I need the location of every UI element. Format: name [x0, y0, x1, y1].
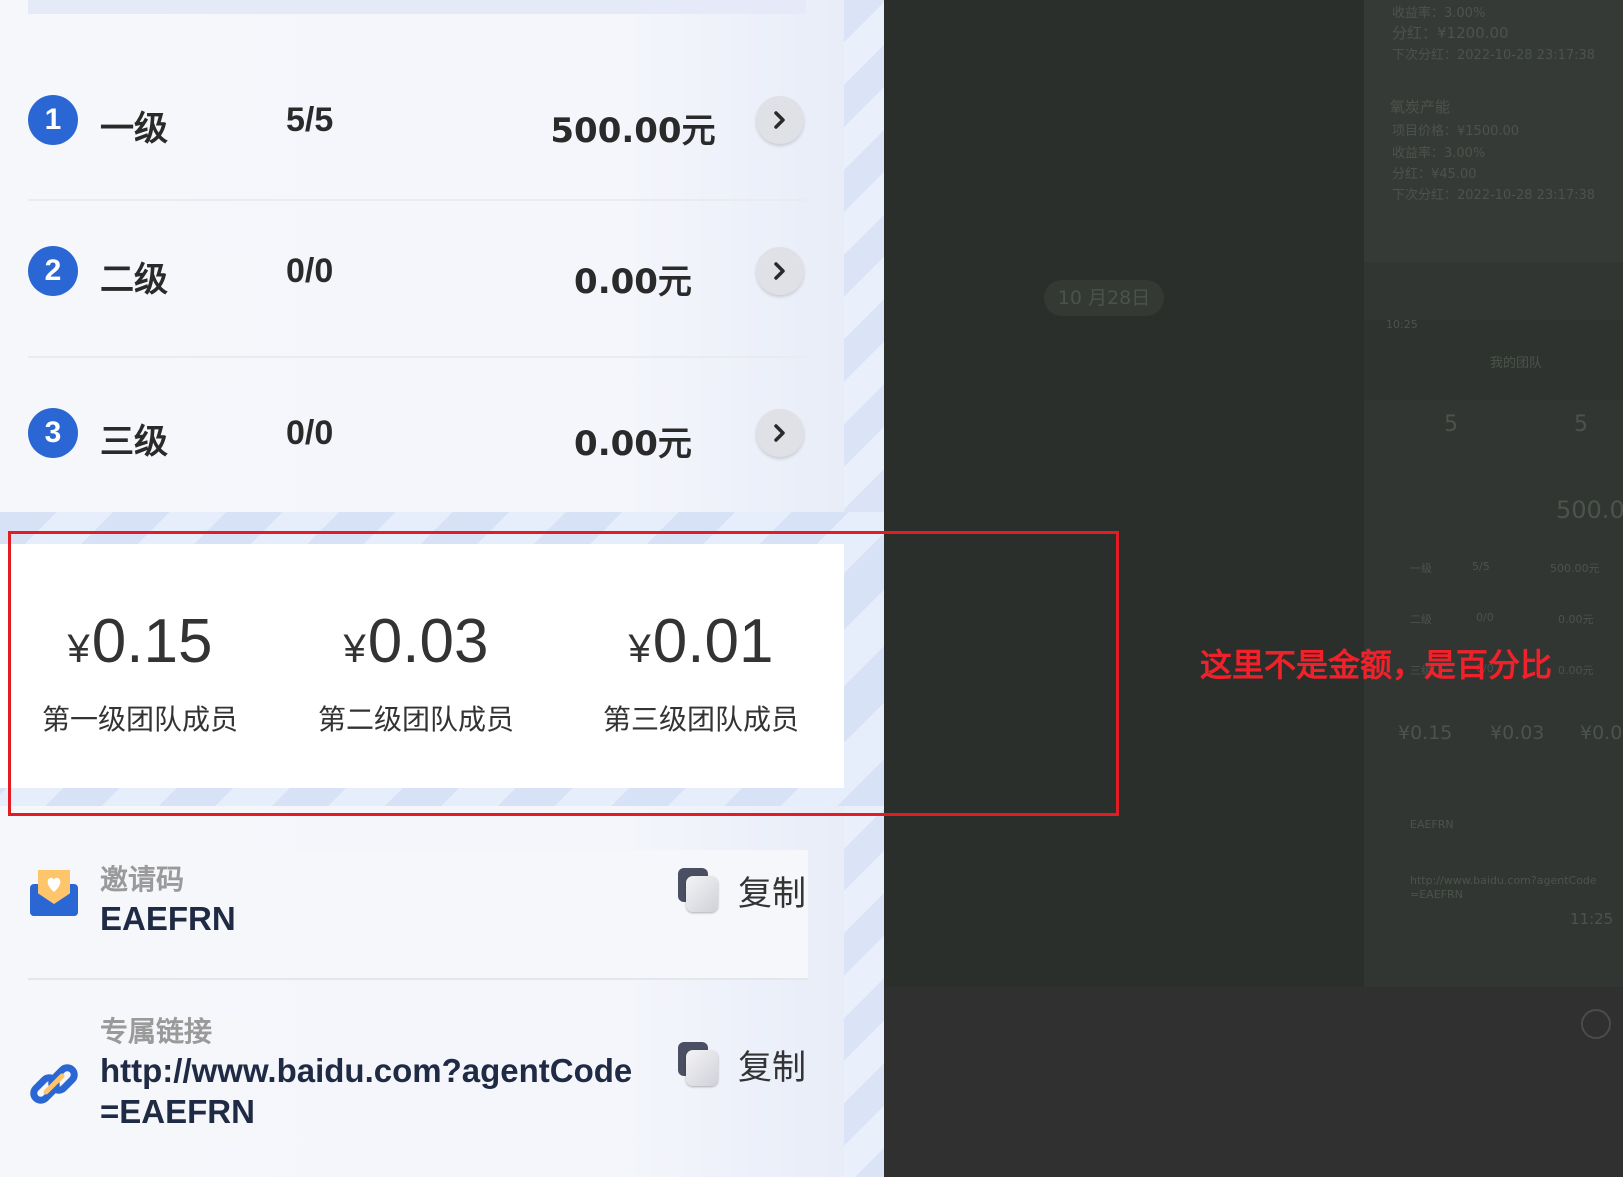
exclusive-link-url-line-1: http://www.baidu.com?agentCode	[100, 1052, 633, 1089]
thumb-text: 收益率：3.00%	[1392, 6, 1486, 21]
thumb-text: 分红：¥1200.00	[1392, 24, 1509, 42]
copy-label: 复制	[738, 1048, 806, 1088]
thumb-text: ¥0.03	[1490, 722, 1545, 744]
divider	[28, 199, 806, 201]
thumb-text: =EAEFRN	[1410, 888, 1463, 901]
copy-link-button[interactable]: 复制	[678, 1040, 806, 1089]
invite-code-value: EAEFRN	[100, 900, 236, 937]
chevron-right-icon[interactable]	[756, 247, 804, 295]
level-amount: 0.00元	[574, 424, 692, 464]
copy-icon	[678, 867, 720, 914]
thumb-text: 二级	[1410, 613, 1432, 626]
chevron-right-icon[interactable]	[756, 96, 804, 144]
chat-background: 10 月28日 收益率：3.00% 分红：¥1200.00 下次分红：2022-…	[884, 0, 1623, 987]
thumb-text: 5	[1574, 412, 1588, 437]
level-member-count: 0/0	[286, 252, 334, 290]
thumb-text: 下次分红：2022-10-28 23:17:38	[1392, 48, 1596, 63]
level-name: 三级	[100, 422, 168, 462]
copy-label: 复制	[738, 874, 806, 914]
emoji-icon[interactable]	[1581, 1009, 1611, 1039]
level-member-count: 0/0	[286, 414, 334, 452]
level-name: 二级	[100, 260, 168, 300]
copy-icon	[678, 1041, 720, 1088]
thumb-text: ¥0.15	[1398, 722, 1453, 744]
thumb-text: 0/0	[1476, 611, 1494, 624]
level-number-badge: 1	[28, 95, 78, 145]
team-level-row-1[interactable]: 1 一级 5/5 500.00元	[28, 45, 806, 201]
thumb-text: 0.00元	[1558, 664, 1594, 677]
level-number-badge: 3	[28, 408, 78, 458]
thumb-text: 0.00元	[1558, 613, 1594, 626]
level-name: 一级	[100, 109, 168, 149]
divider	[28, 978, 808, 980]
chat-input-bar[interactable]	[884, 987, 1623, 1177]
thumb-text: 500.00元	[1550, 562, 1600, 575]
copy-invite-code-button[interactable]: 复制	[678, 866, 806, 915]
thumb-text: 我的团队	[1490, 356, 1543, 371]
team-level-row-2[interactable]: 2 二级 0/0 0.00元	[28, 202, 806, 358]
thumb-text: 一级	[1410, 562, 1432, 575]
thumb-text: 10:25	[1386, 318, 1418, 331]
thumb-text: 5/5	[1472, 560, 1490, 573]
thumb-text: ¥0.0	[1580, 722, 1623, 744]
annotation-text: 这里不是金额，是百分比	[1200, 646, 1553, 684]
level-amount: 500.00元	[550, 111, 716, 151]
thumb-text: 下次分红：2022-10-28 23:17:38	[1392, 188, 1596, 203]
envelope-heart-icon	[28, 866, 80, 922]
thumb-text: 500.0	[1556, 496, 1623, 524]
thumb-text: http://www.baidu.com?agentCode	[1410, 874, 1597, 887]
invite-code-row: 邀请码 EAEFRN 复制	[28, 850, 808, 980]
thumb-text: 分红：¥45.00	[1392, 167, 1477, 182]
invite-code-title: 邀请码	[100, 863, 185, 896]
top-bar	[28, 0, 806, 14]
level-member-count: 5/5	[286, 101, 334, 139]
team-level-row-3[interactable]: 3 三级 0/0 0.00元	[28, 358, 806, 514]
thumb-text: 5	[1444, 412, 1458, 437]
thumb-text: EAEFRN	[1410, 818, 1454, 831]
chevron-right-icon[interactable]	[756, 409, 804, 457]
date-separator: 10 月28日	[1044, 280, 1164, 316]
link-icon	[28, 1058, 80, 1114]
thumb-text: 项目价格：¥1500.00	[1392, 124, 1520, 139]
thumb-text: 收益率：3.00%	[1392, 146, 1486, 161]
message-time: 11:25	[1570, 910, 1614, 928]
thumb-text: 氧炭产能	[1390, 98, 1451, 116]
exclusive-link-row: 专属链接 http://www.baidu.com?agentCode =EAE…	[28, 1010, 808, 1177]
level-number-badge: 2	[28, 246, 78, 296]
annotation-box	[8, 531, 1119, 816]
exclusive-link-title: 专属链接	[100, 1015, 213, 1048]
exclusive-link-url-line-2: =EAEFRN	[100, 1093, 255, 1130]
level-amount: 0.00元	[574, 262, 692, 302]
thumbnail-screenshot[interactable]: 收益率：3.00% 分红：¥1200.00 下次分红：2022-10-28 23…	[1364, 0, 1623, 987]
